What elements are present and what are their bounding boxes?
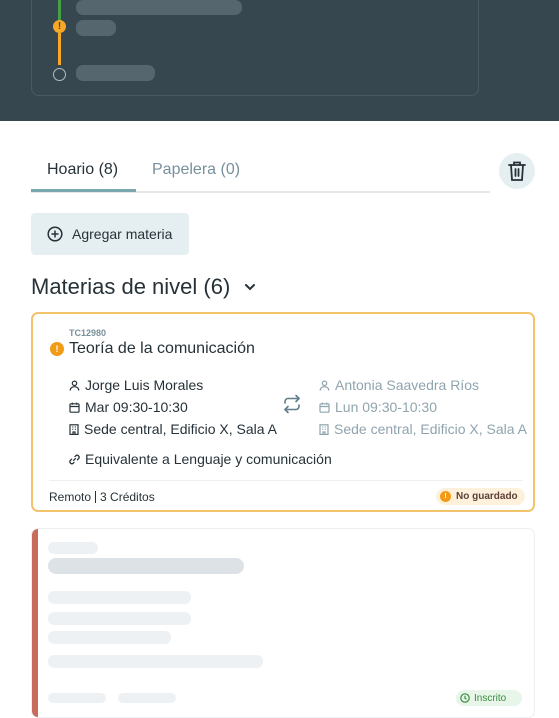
tab-papelera[interactable]: Papelera (0) [152,161,240,179]
tab-hoario[interactable]: Hoario (8) [47,161,118,179]
building-icon [319,423,329,435]
timeline-line-complete [58,0,61,20]
check-circle-icon [460,693,470,703]
warning-icon: ! [440,491,451,502]
timeline-empty-node [53,68,66,81]
course-card-skeleton [31,528,535,718]
skeleton-line [48,558,244,574]
equivalent-course-name: Lenguaje y comunicación [173,451,332,467]
skeleton-line [76,65,155,81]
alternative-teacher: Antonia Saavedra Ríos [319,377,479,393]
person-icon [319,379,330,391]
warning-icon: ! [50,342,64,356]
course-code: TC12980 [69,328,107,338]
course-name: Teoría de la comunicación [69,340,255,357]
skeleton-line [48,655,263,668]
status-label: Inscrito [474,692,507,704]
skeleton-line [48,542,98,554]
alternative-schedule: Lun 09:30-10:30 [319,399,437,415]
timeline-warning-icon: ! [53,20,66,33]
skeleton-line [118,693,176,703]
status-badge-inscrito: Inscrito [456,690,522,706]
calendar-icon [319,402,330,413]
skeleton-line [48,693,106,703]
status-bar [32,529,38,717]
top-panel: ! [0,0,559,121]
current-schedule: Mar 09:30-10:30 [69,399,188,415]
skeleton-line [48,591,191,604]
tab-bar: Hoario (8) Papelera (0) [31,155,490,193]
section-title: Materias de nivel (6) [31,274,231,299]
skeleton-line [76,20,116,36]
person-icon [69,379,80,391]
trash-button[interactable] [499,153,535,189]
current-teacher: Jorge Luis Morales [69,377,203,393]
skeleton-line [48,612,191,625]
active-tab-indicator [31,189,136,192]
calendar-icon [69,402,80,413]
link-icon [69,454,80,464]
chevron-down-icon [245,284,256,291]
modality: Remoto [49,490,92,504]
card-divider [49,480,523,481]
section-header[interactable]: Materias de nivel (6) [31,274,256,300]
current-location: Sede central, Edificio X, Sala A [69,421,277,437]
building-icon [69,423,79,435]
meta-separator [95,491,97,503]
alternative-location: Sede central, Edificio X, Sala A [319,421,527,437]
status-label: No guardado [456,491,518,502]
status-badge: ! No guardado [436,488,525,505]
add-course-button[interactable]: Agregar materia [31,213,189,255]
equivalence: Equivalente a Lenguaje y comunicación [69,451,332,467]
timeline-line-pending [58,33,61,65]
course-card[interactable]: TC12980 ! Teoría de la comunicación Jorg… [31,312,535,512]
plus-circle-icon [47,226,63,242]
skeleton-line [76,0,242,15]
course-meta: Remoto 3 Créditos [49,490,155,504]
credits: 3 Créditos [100,490,155,504]
skeleton-line [48,631,171,644]
swap-icon[interactable] [283,394,301,414]
trash-icon [508,161,526,181]
add-course-label: Agregar materia [72,226,173,242]
